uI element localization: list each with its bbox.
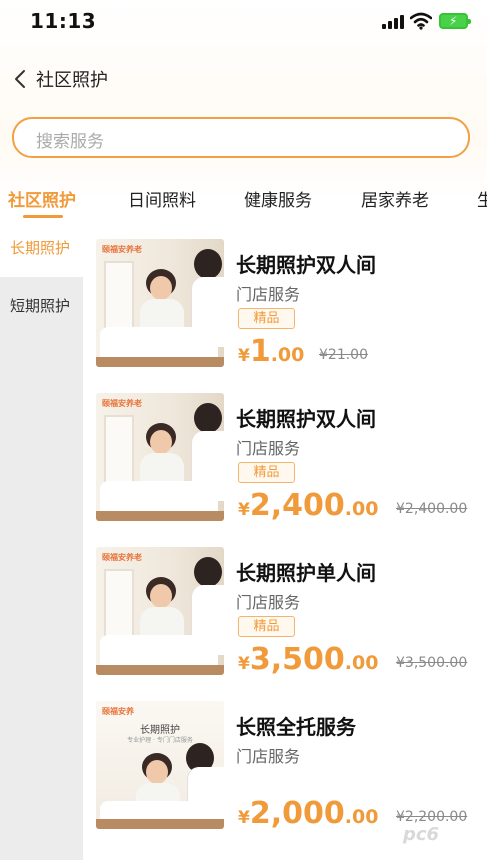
category-tabs: 社区照护 日间照料 健康服务 居家养老 生 bbox=[0, 176, 487, 222]
battery-charging-icon: ⚡ bbox=[439, 13, 471, 29]
product-title: 长期照护单人间 bbox=[236, 561, 376, 585]
product-type: 门店服务 bbox=[236, 593, 301, 612]
original-price: ¥3,500.00 bbox=[396, 655, 468, 671]
cellular-signal-icon bbox=[382, 15, 404, 29]
tab-health-service[interactable]: 健康服务 bbox=[244, 186, 312, 211]
search-input[interactable]: 搜索服务 bbox=[12, 117, 470, 158]
product-image: 颐福安养 长期照护 专业护理 · 专门门店服务 bbox=[96, 701, 224, 829]
wifi-icon bbox=[410, 12, 432, 30]
status-bar: 11:13 ⚡ bbox=[0, 0, 487, 44]
product-title: 长照全托服务 bbox=[236, 715, 356, 739]
price-integer: 3,500 bbox=[249, 642, 345, 677]
product-card[interactable]: 颐福安养 长期照护 专业护理 · 专门门店服务 长照全托服务 门店服务 ¥2,0… bbox=[83, 695, 487, 845]
side-item-long-term-care[interactable]: 长期照护 bbox=[0, 222, 83, 277]
brand-logo: 颐福安养老 bbox=[102, 245, 142, 254]
active-tab-indicator bbox=[23, 215, 63, 218]
watermark: pc6 bbox=[403, 824, 440, 845]
screen: 11:13 ⚡ 社区照护 搜索服务 社区照护 日间照料 健康服务 居家养老 生 bbox=[0, 0, 487, 860]
price-integer: 2,000 bbox=[249, 796, 345, 831]
page-title: 社区照护 bbox=[36, 70, 108, 91]
price-decimal: .00 bbox=[344, 652, 379, 674]
product-price: ¥2,000.00 bbox=[238, 796, 378, 831]
product-title: 长期照护双人间 bbox=[236, 407, 376, 431]
product-type: 门店服务 bbox=[236, 439, 301, 458]
product-card[interactable]: 颐福安养老 长期照护双人间 门店服务 精品 ¥2,400.00 ¥2,400.0… bbox=[83, 387, 487, 537]
brand-logo: 颐福安养老 bbox=[102, 399, 142, 408]
original-price: ¥2,200.00 bbox=[396, 809, 468, 825]
search-placeholder: 搜索服务 bbox=[36, 132, 104, 152]
product-price: ¥2,400.00 bbox=[238, 488, 378, 523]
currency-symbol: ¥ bbox=[238, 500, 250, 520]
price-decimal: .00 bbox=[344, 498, 379, 520]
tab-more-truncated[interactable]: 生 bbox=[477, 186, 487, 211]
status-time: 11:13 bbox=[30, 9, 97, 33]
price-decimal: .00 bbox=[344, 806, 379, 828]
currency-symbol: ¥ bbox=[238, 808, 250, 828]
product-image: 颐福安养老 bbox=[96, 239, 224, 367]
currency-symbol: ¥ bbox=[238, 346, 250, 366]
product-price: ¥3,500.00 bbox=[238, 642, 378, 677]
brand-logo: 颐福安养老 bbox=[102, 553, 142, 562]
price-decimal: .00 bbox=[270, 344, 305, 366]
tab-community-care[interactable]: 社区照护 bbox=[8, 186, 76, 211]
price-integer: 2,400 bbox=[249, 488, 345, 523]
original-price: ¥21.00 bbox=[319, 347, 368, 363]
quality-tag: 精品 bbox=[238, 308, 295, 329]
brand-logo: 颐福安养 bbox=[102, 707, 134, 716]
product-image: 颐福安养老 bbox=[96, 393, 224, 521]
product-card[interactable]: 颐福安养老 长期照护单人间 门店服务 精品 ¥3,500.00 ¥3,500.0… bbox=[83, 541, 487, 691]
price-integer: 1 bbox=[249, 334, 271, 369]
product-card[interactable]: 颐福安养老 长期照护双人间 门店服务 精品 ¥1.00 ¥21.00 bbox=[83, 233, 487, 383]
back-arrow-icon[interactable] bbox=[10, 68, 32, 90]
side-menu: 长期照护 短期照护 bbox=[0, 222, 83, 860]
quality-tag: 精品 bbox=[238, 616, 295, 637]
tab-home-elderly-care[interactable]: 居家养老 bbox=[361, 186, 429, 211]
product-title: 长期照护双人间 bbox=[236, 253, 376, 277]
product-type: 门店服务 bbox=[236, 285, 301, 304]
poster-title: 长期照护 bbox=[140, 725, 180, 736]
side-item-short-term-care[interactable]: 短期照护 bbox=[0, 280, 83, 335]
nav-bar: 社区照护 bbox=[0, 56, 487, 102]
product-list: 颐福安养老 长期照护双人间 门店服务 精品 ¥1.00 ¥21.00 颐福安养老… bbox=[83, 222, 487, 860]
product-image: 颐福安养老 bbox=[96, 547, 224, 675]
quality-tag: 精品 bbox=[238, 462, 295, 483]
product-price: ¥1.00 bbox=[238, 334, 304, 369]
product-type: 门店服务 bbox=[236, 747, 301, 766]
original-price: ¥2,400.00 bbox=[396, 501, 468, 517]
poster-subtitle: 专业护理 · 专门门店服务 bbox=[127, 737, 193, 744]
currency-symbol: ¥ bbox=[238, 654, 250, 674]
tab-day-care[interactable]: 日间照料 bbox=[128, 186, 196, 211]
